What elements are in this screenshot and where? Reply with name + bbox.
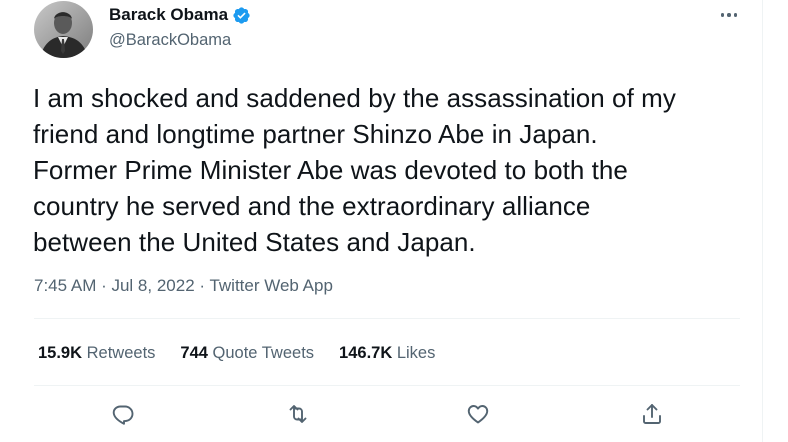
tweet-text: I am shocked and saddened by the assassi…	[33, 83, 676, 257]
verified-badge-icon	[232, 6, 251, 25]
more-horizontal-icon	[720, 13, 725, 17]
quote-tweets-stat[interactable]: 744 Quote Tweets	[180, 342, 314, 364]
more-options-button[interactable]	[716, 6, 742, 24]
tweet-actions	[0, 400, 763, 430]
reply-button[interactable]	[109, 400, 137, 428]
likes-count: 146.7K	[339, 344, 397, 362]
tweet-stats: 15.9K Retweets 744 Quote Tweets 146.7K L…	[38, 342, 460, 364]
likes-stat[interactable]: 146.7K Likes	[339, 342, 435, 364]
share-button[interactable]	[638, 400, 666, 428]
divider	[34, 318, 740, 319]
divider	[34, 385, 740, 386]
reply-icon	[112, 405, 134, 425]
retweet-button[interactable]	[284, 400, 312, 428]
tweet-timestamp[interactable]: 7:45 AM · Jul 8, 2022 · Twitter Web App	[34, 275, 333, 297]
retweets-stat[interactable]: 15.9K Retweets	[38, 342, 155, 364]
like-button[interactable]	[464, 400, 492, 428]
avatar[interactable]	[34, 1, 93, 58]
retweets-label: Retweets	[86, 344, 156, 362]
share-icon	[643, 404, 661, 424]
author-name-row: Barack Obama	[109, 5, 251, 25]
heart-icon	[467, 405, 489, 424]
author-handle[interactable]: @BarackObama	[109, 30, 231, 50]
quote-tweets-count: 744	[180, 344, 213, 362]
avatar-image	[34, 1, 93, 58]
retweets-count: 15.9K	[38, 344, 87, 362]
quote-tweets-label: Quote Tweets	[212, 344, 315, 362]
tweet-card: Barack Obama @BarackObama I am shocked a…	[0, 0, 763, 442]
likes-label: Likes	[396, 344, 436, 362]
retweet-icon	[289, 405, 307, 423]
author-name[interactable]: Barack Obama	[109, 5, 228, 25]
